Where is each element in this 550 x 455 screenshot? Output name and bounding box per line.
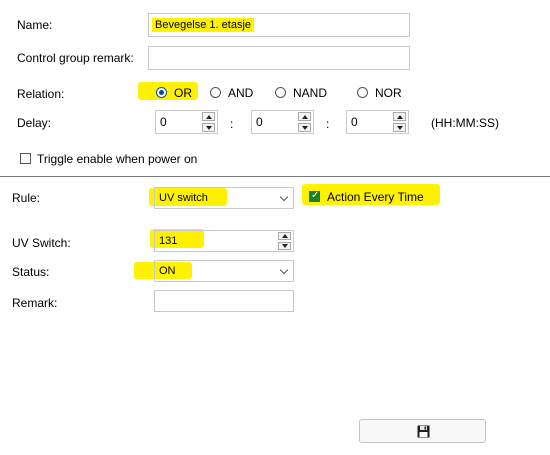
delay-label: Delay: [17, 116, 52, 130]
delay-minutes-value: 0 [256, 115, 263, 129]
remark-input[interactable] [154, 290, 294, 312]
floppy-disk-icon [417, 425, 430, 438]
relation-option-nand[interactable]: NAND [275, 85, 335, 101]
name-input[interactable]: Bevegelse 1. etasje [148, 13, 410, 37]
delay-hours-down-button[interactable] [202, 123, 215, 132]
arrow-down-icon [282, 244, 288, 248]
section-divider [0, 176, 550, 177]
arrow-up-icon [206, 115, 212, 119]
delay-hours-value: 0 [160, 115, 167, 129]
triggle-enable-option[interactable]: Triggle enable when power on [20, 151, 220, 167]
radio-and[interactable] [210, 87, 221, 98]
relation-option-nor[interactable]: NOR [357, 85, 407, 101]
relation-nor-label: NOR [375, 86, 402, 100]
remark-label: Remark: [12, 296, 58, 310]
uv-switch-input[interactable]: 131 [154, 230, 294, 252]
relation-option-or[interactable]: OR [156, 85, 201, 101]
action-every-time-checkbox[interactable]: ✓ [309, 190, 320, 202]
uv-switch-label: UV Switch: [12, 236, 71, 250]
status-label: Status: [12, 265, 50, 279]
delay-seconds-up-button[interactable] [393, 112, 406, 121]
chevron-down-icon [279, 192, 289, 202]
status-select-value: ON [159, 265, 176, 277]
relation-label: Relation: [17, 87, 65, 101]
uv-switch-up-button[interactable] [278, 232, 291, 240]
arrow-up-icon [282, 234, 288, 238]
rule-label: Rule: [12, 191, 41, 205]
radio-or[interactable] [156, 87, 167, 98]
relation-or-label: OR [174, 86, 192, 100]
name-input-value: Bevegelse 1. etasje [152, 18, 255, 32]
arrow-down-icon [302, 126, 308, 130]
name-label: Name: [17, 18, 53, 32]
delay-hours-up-button[interactable] [202, 112, 215, 121]
delay-format-hint: (HH:MM:SS) [431, 116, 499, 130]
control-group-remark-label: Control group remark: [17, 51, 134, 65]
action-every-time-label: Action Every Time [327, 190, 424, 204]
control-group-remark-input[interactable] [148, 46, 410, 70]
arrow-up-icon [397, 115, 403, 119]
triggle-enable-checkbox[interactable] [20, 153, 31, 164]
delay-seconds-value: 0 [351, 115, 358, 129]
delay-hours-input[interactable]: 0 [155, 110, 218, 134]
chevron-down-icon [279, 265, 289, 275]
triggle-enable-label: Triggle enable when power on [37, 152, 198, 166]
delay-seconds-down-button[interactable] [393, 123, 406, 132]
rule-select[interactable]: UV switch [154, 187, 294, 209]
save-button[interactable] [359, 419, 486, 443]
arrow-down-icon [206, 126, 212, 130]
uv-switch-down-button[interactable] [278, 242, 291, 250]
rule-select-value: UV switch [159, 192, 208, 204]
arrow-down-icon [397, 126, 403, 130]
radio-nand[interactable] [275, 87, 286, 98]
delay-minutes-down-button[interactable] [298, 123, 311, 132]
action-every-time-option[interactable]: ✓ Action Every Time [309, 189, 439, 205]
delay-separator-1: : [230, 117, 234, 131]
checkmark-icon: ✓ [311, 190, 320, 201]
delay-minutes-up-button[interactable] [298, 112, 311, 121]
relation-nand-label: NAND [293, 86, 328, 100]
delay-separator-2: : [326, 117, 330, 131]
status-select[interactable]: ON [154, 260, 294, 282]
relation-option-and[interactable]: AND [210, 85, 262, 101]
uv-switch-value: 131 [159, 235, 178, 247]
relation-and-label: AND [228, 86, 254, 100]
delay-seconds-input[interactable]: 0 [346, 110, 409, 134]
delay-minutes-input[interactable]: 0 [251, 110, 314, 134]
arrow-up-icon [302, 115, 308, 119]
radio-nor[interactable] [357, 87, 368, 98]
